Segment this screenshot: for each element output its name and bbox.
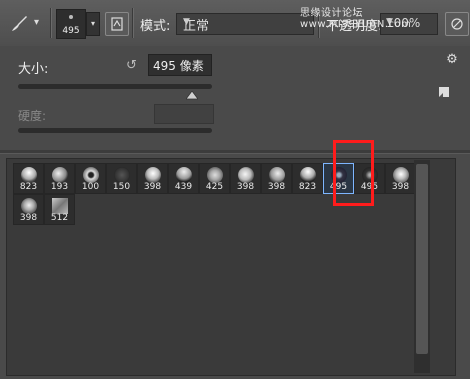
brush-thumbnail [269,167,285,183]
brush-thumbnail [52,167,68,183]
brush-thumbnail [393,167,409,183]
brush-preset-5[interactable]: 439 [168,163,199,194]
brush-thumbnail [21,198,37,214]
reset-icon[interactable]: ↺ [126,58,142,74]
brush-thumbnail [238,167,254,183]
brush-preset-6[interactable]: 425 [199,163,230,194]
brush-size-label: 425 [205,182,224,192]
brush-thumbnail [52,198,68,214]
brush-thumbnail [207,167,223,183]
brush-preset-button[interactable]: 495 [56,9,86,39]
brush-preset-dropdown[interactable]: ▾ [86,12,100,36]
brush-preset-12[interactable]: 398 [385,163,416,194]
brush-preset-8[interactable]: 398 [261,163,292,194]
toolbar-divider [132,8,133,38]
size-slider[interactable] [18,84,212,89]
brush-size-label: 823 [298,182,317,192]
brush-size-label: 150 [112,182,131,192]
mode-label: 模式: [140,19,171,34]
panel-divider [0,150,470,154]
brush-size-label: 439 [174,182,193,192]
brush-size-label: 823 [19,182,38,192]
brush-preset-0[interactable]: 823 [13,163,44,194]
brush-preset-14[interactable]: 512 [44,194,75,225]
highlight-box [333,140,374,206]
brush-panel-toggle[interactable] [105,12,129,36]
brush-size-label: 100 [81,182,100,192]
brush-thumbnail [300,167,316,183]
brush-preset-3[interactable]: 150 [106,163,137,194]
chevron-down-icon[interactable]: ▾ [34,18,44,28]
brush-size-label: 512 [50,213,69,223]
brush-thumbnail [176,167,192,183]
chevron-down-icon: ▼ [183,17,190,27]
brush-preset-2[interactable]: 100 [75,163,106,194]
brush-preset-4[interactable]: 398 [137,163,168,194]
brush-preset-1[interactable]: 193 [44,163,75,194]
brush-preset-13[interactable]: 398 [13,194,44,225]
brush-size-label: 398 [19,213,38,223]
preset-grid-area: 823 193 100 150 398 439 425 398 398 823 495 495 398 3… [6,158,456,376]
brush-thumbnail [114,167,130,183]
hardness-input [154,104,214,124]
brush-thumbnail [145,167,161,183]
brush-tool-icon[interactable] [8,12,30,34]
hardness-label: 硬度: [18,109,47,123]
size-input[interactable]: 495 像素 [148,54,212,76]
brush-size-label: 193 [50,182,69,192]
brush-preset-size: 495 [62,26,80,36]
brush-size-label: 398 [267,182,286,192]
size-label: 大小: [18,62,49,77]
brush-size-label: 398 [236,182,255,192]
brush-tip-icon [69,15,73,19]
size-slider-thumb[interactable] [185,86,199,100]
brush-size-label: 398 [391,182,410,192]
brush-thumbnail [83,167,99,183]
scrollbar-thumb[interactable] [416,164,428,354]
hardness-slider [18,128,212,133]
mode-select[interactable]: 正常 ▼ [176,13,314,35]
toolbar-divider [50,8,51,38]
watermark: 思缘设计论坛 www.MISSYUAN.com [300,8,412,30]
brush-preset-7[interactable]: 398 [230,163,261,194]
brush-panel-icon [111,17,123,31]
brush-thumbnail [21,167,37,183]
size-value: 495 像素 [153,59,204,73]
gear-icon[interactable]: ⚙ [444,52,460,68]
brush-size-label: 398 [143,182,162,192]
new-preset-icon[interactable] [437,84,451,98]
brush-preset-9[interactable]: 823 [292,163,323,194]
